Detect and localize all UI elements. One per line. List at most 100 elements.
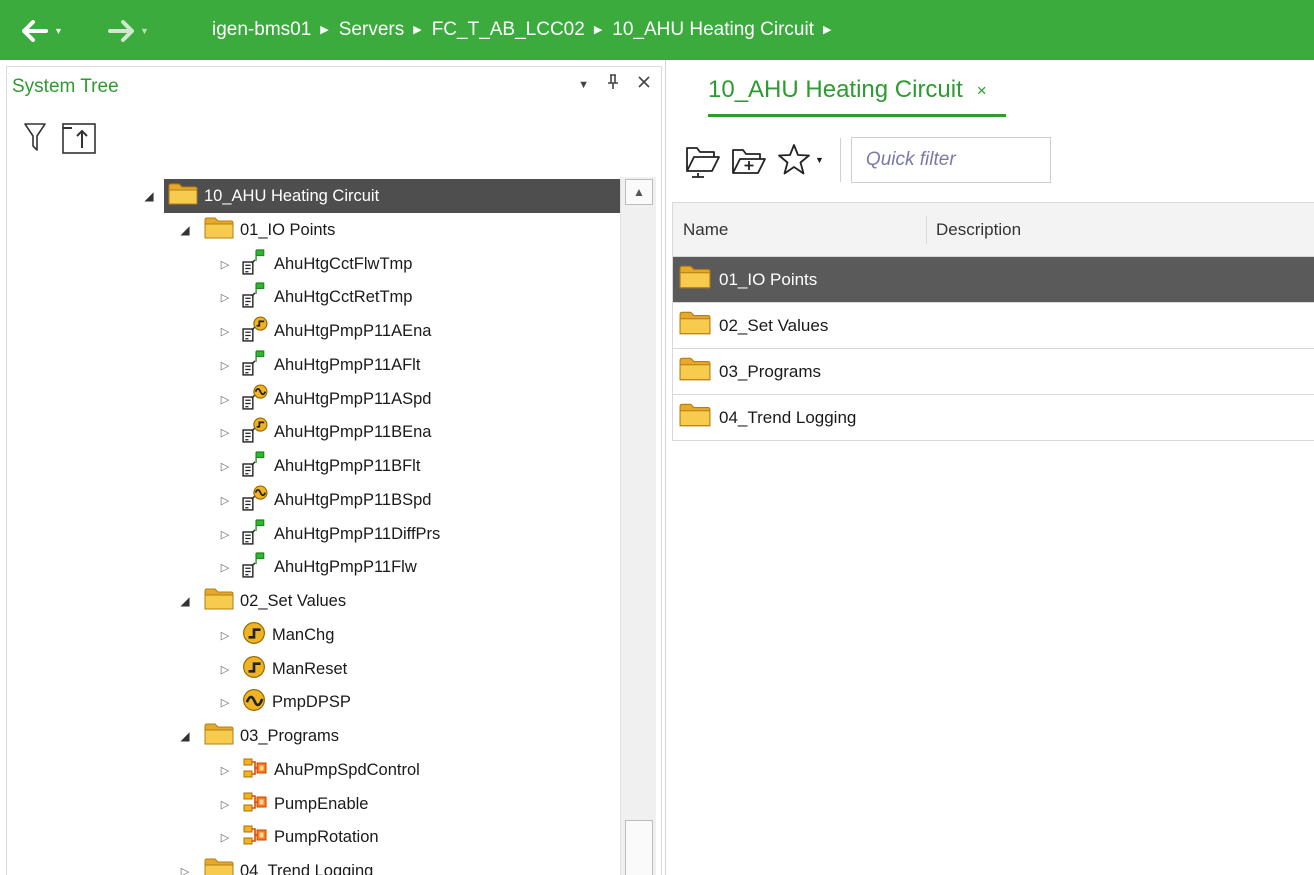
- tree-item[interactable]: ▷ AhuHtgPmpP11BSpd: [0, 483, 620, 517]
- dropdown-icon[interactable]: ▼: [578, 79, 589, 91]
- tree-item[interactable]: ▷ AhuHtgPmpP11BEna: [0, 415, 620, 449]
- tree-toolbar: [24, 122, 96, 159]
- browse-folder-button[interactable]: [684, 141, 722, 179]
- expand-arrow-icon[interactable]: ▷: [218, 764, 232, 777]
- chevron-down-icon[interactable]: ▼: [815, 155, 824, 165]
- folder-icon: [679, 402, 711, 433]
- new-folder-button[interactable]: [730, 141, 768, 179]
- breadcrumb-separator-icon[interactable]: ▶: [823, 23, 831, 36]
- expand-arrow-icon[interactable]: ▷: [218, 393, 232, 406]
- io-analog-input-icon: [242, 551, 268, 583]
- tree-item-label: 02_Set Values: [240, 591, 347, 610]
- io-analog-input-icon: [242, 349, 268, 381]
- list-item[interactable]: 03_Programs: [672, 349, 1314, 395]
- io-analog-output-icon: [242, 484, 268, 516]
- tree-item[interactable]: ▷ AhuHtgPmpP11AEna: [0, 314, 620, 348]
- go-to-parent-icon[interactable]: [62, 122, 96, 159]
- filter-icon[interactable]: [24, 122, 46, 159]
- column-header-name[interactable]: Name: [673, 215, 927, 244]
- back-button[interactable]: ▼: [22, 14, 63, 48]
- collapse-arrow-icon[interactable]: ◢: [142, 189, 156, 203]
- tree-item[interactable]: ▷ PumpEnable: [0, 787, 620, 821]
- expand-arrow-icon[interactable]: ▷: [218, 798, 232, 811]
- tree-item[interactable]: ▷ AhuHtgCctFlwTmp: [0, 247, 620, 281]
- expand-arrow-icon[interactable]: ▷: [218, 291, 232, 304]
- io-digital-output-icon: [242, 315, 268, 347]
- expand-arrow-icon[interactable]: ▷: [218, 258, 232, 271]
- tree-scrollbar[interactable]: ▲: [620, 177, 656, 875]
- expand-arrow-icon[interactable]: ▷: [218, 663, 232, 676]
- expand-arrow-icon[interactable]: ▷: [218, 460, 232, 473]
- tree-item-label: 04_Trend Logging: [240, 861, 374, 875]
- tree-item-label: ManReset: [272, 659, 348, 678]
- expand-arrow-icon[interactable]: ▷: [178, 865, 192, 875]
- content-panel: 10_AHU Heating Circuit × ▼ Name: [668, 60, 1314, 875]
- tree-item[interactable]: ▷ AhuHtgPmpP11ASpd: [0, 382, 620, 416]
- expand-arrow-icon[interactable]: ▷: [218, 426, 232, 439]
- favorites-button[interactable]: ▼: [776, 142, 824, 178]
- digital-value-icon: [242, 655, 266, 684]
- tree-item[interactable]: ▷ ManReset: [0, 652, 620, 686]
- tree-item[interactable]: ▷ ManChg: [0, 618, 620, 652]
- expand-arrow-icon[interactable]: ▷: [218, 629, 232, 642]
- tree-item[interactable]: ▷ PumpRotation: [0, 820, 620, 854]
- expand-arrow-icon[interactable]: ▷: [218, 696, 232, 709]
- column-header-description[interactable]: Description: [927, 220, 1021, 240]
- expand-arrow-icon[interactable]: ▷: [218, 359, 232, 372]
- tree-item-label: PumpRotation: [274, 827, 379, 846]
- tree-item-label: AhuHtgPmpP11AEna: [274, 321, 432, 340]
- expand-arrow-icon[interactable]: ▷: [218, 325, 232, 338]
- list-item[interactable]: 02_Set Values: [672, 303, 1314, 349]
- tree-folder-item[interactable]: ◢ 01_IO Points: [0, 213, 620, 247]
- tree-folder-item[interactable]: ◢ 10_AHU Heating Circuit: [0, 179, 620, 213]
- tree-item[interactable]: ▷ AhuHtgPmpP11BFlt: [0, 449, 620, 483]
- system-tree: ◢ 10_AHU Heating Circuit ◢ 01_IO Points ▷ Ahu…: [0, 177, 620, 875]
- breadcrumb-separator-icon[interactable]: ▶: [320, 23, 328, 36]
- io-analog-input-icon: [242, 281, 268, 313]
- tree-item-label: AhuHtgPmpP11ASpd: [274, 389, 432, 408]
- tab-10-ahu-heating-circuit[interactable]: 10_AHU Heating Circuit ×: [708, 60, 987, 120]
- tree-item[interactable]: ▷ AhuHtgPmpP11Flw: [0, 550, 620, 584]
- tree-item[interactable]: ▷ AhuHtgPmpP11DiffPrs: [0, 517, 620, 551]
- breadcrumb-item[interactable]: igen-bms01: [212, 19, 311, 41]
- tree-item-label: AhuHtgCctFlwTmp: [274, 254, 413, 273]
- tree-item[interactable]: ▷ PmpDPSP: [0, 685, 620, 719]
- expand-arrow-icon[interactable]: ▷: [218, 831, 232, 844]
- breadcrumb-separator-icon[interactable]: ▶: [413, 23, 421, 36]
- tree-folder-item[interactable]: ▷ 04_Trend Logging: [0, 854, 620, 875]
- tree-folder-item[interactable]: ◢ 02_Set Values: [0, 584, 620, 618]
- toolbar-separator: [839, 138, 841, 182]
- tree-item[interactable]: ▷ AhuHtgPmpP11AFlt: [0, 348, 620, 382]
- panel-title: System Tree: [12, 76, 119, 97]
- breadcrumb-item[interactable]: Servers: [339, 19, 404, 41]
- io-digital-output-icon: [242, 416, 268, 448]
- expand-arrow-icon[interactable]: ▷: [218, 494, 232, 507]
- tree-item[interactable]: ▷ AhuHtgCctRetTmp: [0, 280, 620, 314]
- list-item[interactable]: 04_Trend Logging: [672, 395, 1314, 441]
- close-icon[interactable]: [637, 75, 651, 94]
- collapse-arrow-icon[interactable]: ◢: [178, 729, 192, 743]
- folder-icon: [204, 722, 234, 751]
- collapse-arrow-icon[interactable]: ◢: [178, 594, 192, 608]
- quick-filter-input[interactable]: [850, 137, 1051, 183]
- scrollbar-thumb[interactable]: [625, 820, 653, 875]
- favorites-star-icon: [778, 144, 810, 175]
- close-icon[interactable]: ×: [977, 81, 987, 101]
- chevron-down-icon[interactable]: ▼: [140, 26, 149, 36]
- expand-arrow-icon[interactable]: ▷: [218, 528, 232, 541]
- tree-item[interactable]: ▷ AhuPmpSpdControl: [0, 753, 620, 787]
- chevron-down-icon[interactable]: ▼: [54, 26, 63, 36]
- breadcrumb-separator-icon[interactable]: ▶: [594, 23, 602, 36]
- pin-icon[interactable]: [607, 74, 619, 95]
- collapse-arrow-icon[interactable]: ◢: [178, 223, 192, 237]
- list-body: 01_IO Points 02_Set Values 03_Programs 04_T…: [672, 257, 1314, 441]
- tree-folder-item[interactable]: ◢ 03_Programs: [0, 719, 620, 753]
- scroll-up-button[interactable]: ▲: [625, 179, 653, 205]
- list-item[interactable]: 01_IO Points: [672, 257, 1314, 303]
- breadcrumb-item[interactable]: 10_AHU Heating Circuit: [612, 19, 814, 41]
- forward-button[interactable]: ▼: [108, 14, 149, 48]
- breadcrumb-item[interactable]: FC_T_AB_LCC02: [432, 19, 585, 41]
- browse-folder-icon: [686, 147, 720, 178]
- expand-arrow-icon[interactable]: ▷: [218, 561, 232, 574]
- folder-icon: [204, 216, 234, 245]
